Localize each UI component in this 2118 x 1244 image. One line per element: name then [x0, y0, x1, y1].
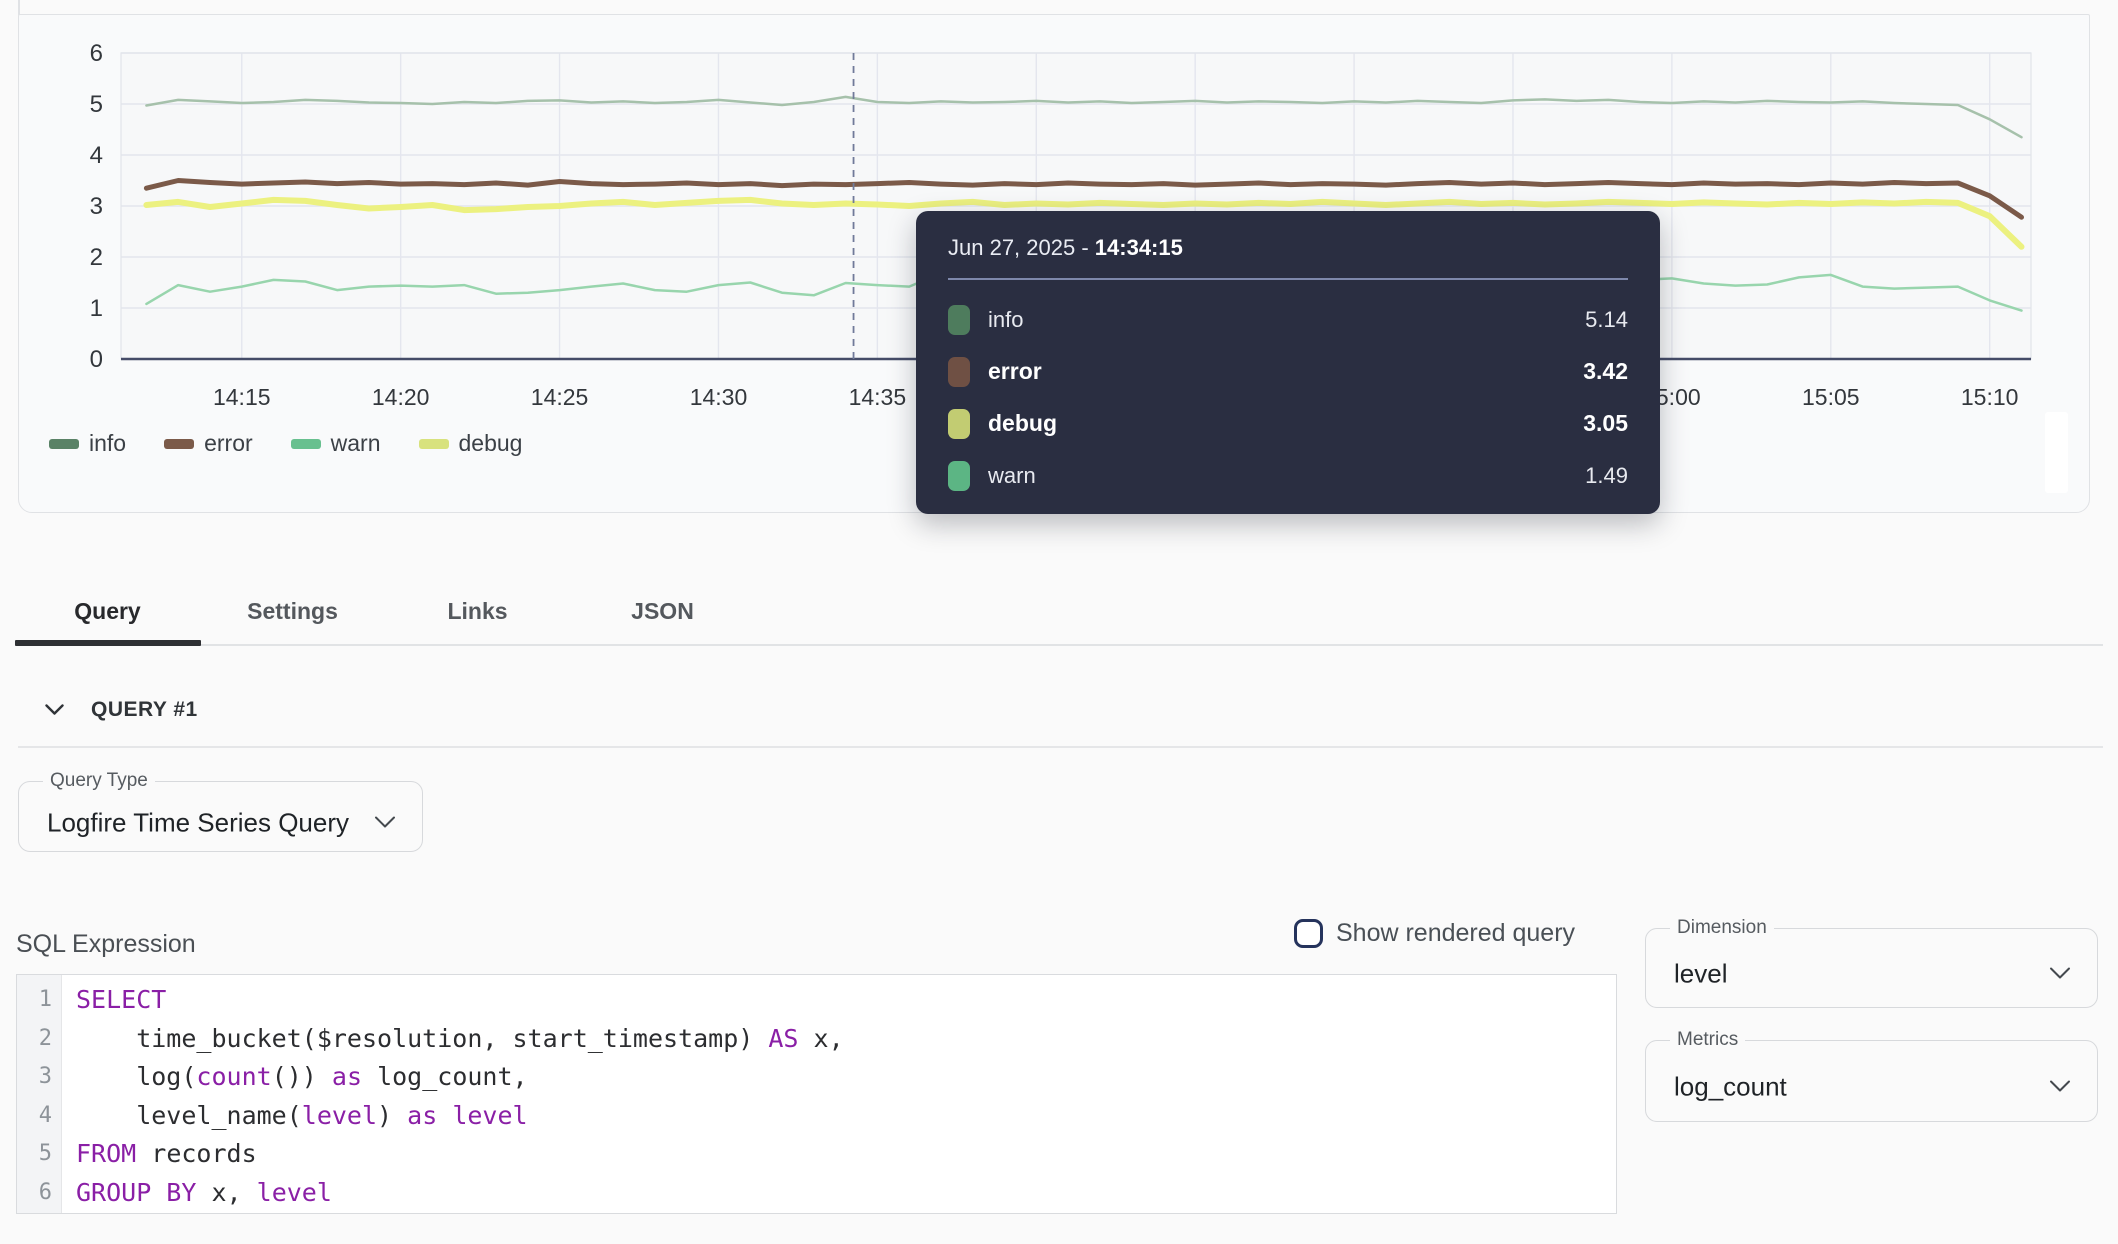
chart-tooltip: Jun 27, 2025 - 14:34:15 info 5.14 error 3.4… — [916, 211, 1660, 514]
legend-swatch-error — [164, 439, 194, 449]
chevron-down-icon — [45, 704, 64, 716]
section-divider — [18, 746, 2103, 748]
chart-panel: 012345614:1514:2014:2514:3014:3514:4014:… — [18, 14, 2090, 513]
svg-text:14:15: 14:15 — [213, 384, 271, 410]
sql-line-2: time_bucket($resolution, start_timestamp… — [76, 1020, 1616, 1059]
panel-edge-line — [18, 0, 20, 15]
svg-text:5: 5 — [90, 91, 103, 118]
tab-settings[interactable]: Settings — [200, 598, 385, 625]
tooltip-row-error: error 3.42 — [948, 346, 1628, 398]
tooltip-swatch-debug — [948, 409, 970, 439]
dimension-select[interactable]: Dimension level — [1645, 917, 2098, 1008]
sql-line-5: FROM records — [76, 1135, 1616, 1174]
line-number: 4 — [17, 1097, 61, 1136]
legend-item-debug[interactable]: debug — [419, 430, 523, 457]
sql-code[interactable]: SELECT time_bucket($resolution, start_ti… — [62, 975, 1616, 1213]
sql-line-3: log(count()) as log_count, — [76, 1058, 1616, 1097]
svg-text:14:20: 14:20 — [372, 384, 430, 410]
query-1-header[interactable]: QUERY #1 — [45, 698, 198, 722]
sql-line-1: SELECT — [76, 981, 1616, 1020]
svg-text:3: 3 — [90, 193, 103, 220]
tooltip-timestamp: Jun 27, 2025 - 14:34:15 — [948, 235, 1628, 261]
query-type-label: Query Type — [43, 770, 155, 792]
line-number: 3 — [17, 1058, 61, 1097]
show-rendered-query-toggle: Show rendered query — [1294, 919, 1575, 948]
tab-json[interactable]: JSON — [570, 598, 755, 625]
svg-text:2: 2 — [90, 244, 103, 271]
tab-links[interactable]: Links — [385, 598, 570, 625]
tooltip-row-warn: warn 1.49 — [948, 450, 1628, 502]
query-type-select[interactable]: Query Type Logfire Time Series Query — [18, 770, 423, 852]
legend-label-error: error — [204, 430, 253, 457]
legend-label-warn: warn — [331, 430, 381, 457]
show-rendered-query-checkbox[interactable] — [1294, 919, 1323, 948]
query-1-title: QUERY #1 — [91, 698, 198, 722]
tooltip-row-info: info 5.14 — [948, 294, 1628, 346]
tab-query[interactable]: Query — [15, 598, 200, 625]
scrollbar-thumb[interactable] — [2045, 412, 2068, 493]
tooltip-series-value: 1.49 — [1585, 463, 1628, 489]
svg-text:14:35: 14:35 — [849, 384, 907, 410]
tab-bar-track — [15, 644, 2103, 646]
sql-line-4: level_name(level) as level — [76, 1097, 1616, 1136]
tooltip-series-name: debug — [988, 410, 1057, 437]
metrics-select[interactable]: Metrics log_count — [1645, 1029, 2098, 1122]
tooltip-swatch-error — [948, 357, 970, 387]
tooltip-swatch-info — [948, 305, 970, 335]
legend-label-debug: debug — [459, 430, 523, 457]
tooltip-series-name: info — [988, 307, 1023, 333]
tooltip-series-value: 3.05 — [1583, 410, 1628, 437]
svg-text:4: 4 — [90, 142, 103, 169]
svg-text:6: 6 — [90, 40, 103, 67]
legend-item-error[interactable]: error — [164, 430, 253, 457]
legend-swatch-info — [49, 439, 79, 449]
tab-bar: QuerySettingsLinksJSON — [15, 582, 755, 640]
show-rendered-query-label[interactable]: Show rendered query — [1336, 919, 1575, 948]
chevron-down-icon — [2049, 967, 2071, 980]
query-type-value: Logfire Time Series Query — [47, 807, 349, 838]
legend-label-info: info — [89, 430, 126, 457]
tooltip-swatch-warn — [948, 461, 970, 491]
line-number: 2 — [17, 1020, 61, 1059]
svg-text:14:25: 14:25 — [531, 384, 589, 410]
sql-line-6: GROUP BY x, level — [76, 1174, 1616, 1213]
metrics-label: Metrics — [1670, 1029, 1745, 1051]
legend-item-info[interactable]: info — [49, 430, 126, 457]
tooltip-series-name: warn — [988, 463, 1036, 489]
chart-legend: info error warn debug — [49, 430, 522, 457]
chevron-down-icon — [374, 815, 396, 828]
dimension-label: Dimension — [1670, 917, 1774, 939]
svg-text:15:10: 15:10 — [1961, 384, 2019, 410]
dimension-value: level — [1674, 959, 1727, 990]
svg-text:1: 1 — [90, 295, 103, 322]
active-tab-indicator — [15, 640, 201, 646]
legend-item-warn[interactable]: warn — [291, 430, 381, 457]
metrics-value: log_count — [1674, 1072, 1787, 1103]
sql-code-editor[interactable]: 123456 SELECT time_bucket($resolution, s… — [16, 974, 1617, 1214]
dashboard-query-editor: 012345614:1514:2014:2514:3014:3514:4014:… — [0, 0, 2118, 1244]
svg-text:15:05: 15:05 — [1802, 384, 1860, 410]
tooltip-row-debug: debug 3.05 — [948, 398, 1628, 450]
legend-swatch-warn — [291, 439, 321, 449]
tooltip-series-name: error — [988, 358, 1042, 385]
sql-expression-label: SQL Expression — [16, 930, 196, 959]
svg-text:14:30: 14:30 — [690, 384, 748, 410]
legend-swatch-debug — [419, 439, 449, 449]
tooltip-divider — [948, 278, 1628, 280]
tooltip-rows: info 5.14 error 3.42 debug 3.05 warn 1.49 — [948, 294, 1628, 502]
tooltip-series-value: 3.42 — [1583, 358, 1628, 385]
line-number: 5 — [17, 1135, 61, 1174]
line-number: 6 — [17, 1174, 61, 1213]
tooltip-series-value: 5.14 — [1585, 307, 1628, 333]
chevron-down-icon — [2049, 1080, 2071, 1093]
svg-text:0: 0 — [90, 346, 103, 373]
line-number: 1 — [17, 981, 61, 1020]
line-number-gutter: 123456 — [17, 975, 62, 1213]
